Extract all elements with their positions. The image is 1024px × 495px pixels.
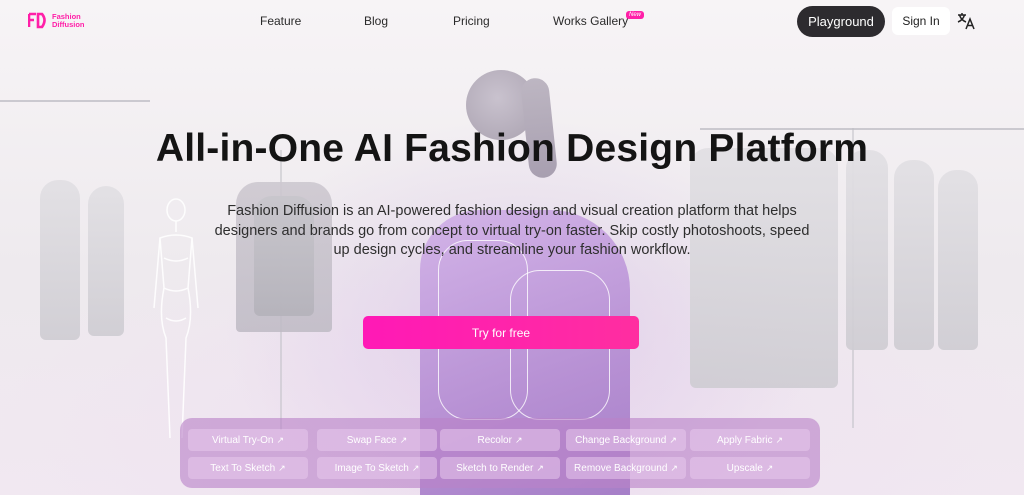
tool-swap-face[interactable]: Swap Face ↗ bbox=[317, 429, 437, 451]
external-arrow-icon: ↗ bbox=[399, 434, 408, 445]
tool-label: Change Background bbox=[575, 434, 667, 446]
page-title: All-in-One AI Fashion Design Platform bbox=[155, 127, 869, 170]
tool-label: Virtual Try-On bbox=[211, 434, 274, 446]
brand-name: Fashion Diffusion bbox=[52, 12, 85, 29]
hero-description: Fashion Diffusion is an AI-powered fashi… bbox=[214, 203, 810, 258]
tools-panel: Virtual Try-On ↗ Swap Face ↗ Recolor ↗ Chan… bbox=[180, 418, 820, 488]
nav-blog[interactable]: Blog bbox=[364, 14, 388, 28]
tool-virtual-try-on[interactable]: Virtual Try-On ↗ bbox=[188, 429, 308, 451]
external-arrow-icon: ↗ bbox=[514, 434, 523, 445]
tool-label: Sketch to Render bbox=[456, 462, 534, 474]
external-arrow-icon: ↗ bbox=[765, 462, 774, 473]
hanging-garment bbox=[846, 150, 888, 350]
tool-sketch-to-render[interactable]: Sketch to Render ↗ bbox=[440, 457, 560, 479]
hanging-garment bbox=[88, 186, 124, 336]
tool-label: Apply Fabric bbox=[716, 434, 773, 446]
playground-button[interactable]: Playground bbox=[797, 6, 885, 37]
tool-change-background[interactable]: Change Background ↗ bbox=[566, 429, 686, 451]
tool-label: Image To Sketch bbox=[334, 462, 409, 474]
nav-feature[interactable]: Feature bbox=[260, 14, 301, 28]
tool-text-to-sketch[interactable]: Text To Sketch ↗ bbox=[188, 457, 308, 479]
hanging-coat bbox=[690, 148, 838, 388]
fd-logo-icon bbox=[28, 12, 46, 29]
external-arrow-icon: ↗ bbox=[278, 462, 286, 473]
hanging-garment bbox=[938, 170, 978, 350]
clothing-rail bbox=[0, 100, 150, 102]
brand-name-line2: Diffusion bbox=[52, 19, 85, 29]
tool-label: Remove Background bbox=[574, 462, 668, 474]
hanging-garment bbox=[40, 180, 80, 340]
brand-logo[interactable]: Fashion Diffusion bbox=[28, 12, 85, 29]
new-badge: New bbox=[626, 11, 645, 19]
tool-label: Recolor bbox=[477, 434, 512, 446]
tool-label: Swap Face bbox=[346, 434, 397, 446]
tool-remove-background[interactable]: Remove Background ↗ bbox=[566, 457, 686, 479]
hanging-garment bbox=[894, 160, 934, 350]
top-navigation: Fashion Diffusion Feature Blog Pricing W… bbox=[0, 0, 1024, 44]
try-for-free-button[interactable]: Try for free bbox=[363, 316, 639, 349]
external-arrow-icon: ↗ bbox=[669, 434, 677, 445]
tool-recolor[interactable]: Recolor ↗ bbox=[440, 429, 560, 451]
tool-label: Upscale bbox=[726, 462, 763, 474]
translate-icon[interactable] bbox=[956, 11, 976, 31]
nav-works-gallery[interactable]: Works Gallery bbox=[553, 14, 628, 28]
tool-apply-fabric[interactable]: Apply Fabric ↗ bbox=[690, 429, 810, 451]
external-arrow-icon: ↗ bbox=[411, 462, 420, 473]
tool-image-to-sketch[interactable]: Image To Sketch ↗ bbox=[317, 457, 437, 479]
sign-in-button[interactable]: Sign In bbox=[892, 7, 950, 35]
external-arrow-icon: ↗ bbox=[536, 462, 544, 473]
external-arrow-icon: ↗ bbox=[670, 462, 678, 473]
tool-upscale[interactable]: Upscale ↗ bbox=[690, 457, 810, 479]
tool-label: Text To Sketch bbox=[210, 462, 276, 474]
external-arrow-icon: ↗ bbox=[276, 434, 285, 445]
nav-pricing[interactable]: Pricing bbox=[453, 14, 490, 28]
sketch-figure bbox=[153, 198, 199, 439]
external-arrow-icon: ↗ bbox=[775, 434, 784, 445]
